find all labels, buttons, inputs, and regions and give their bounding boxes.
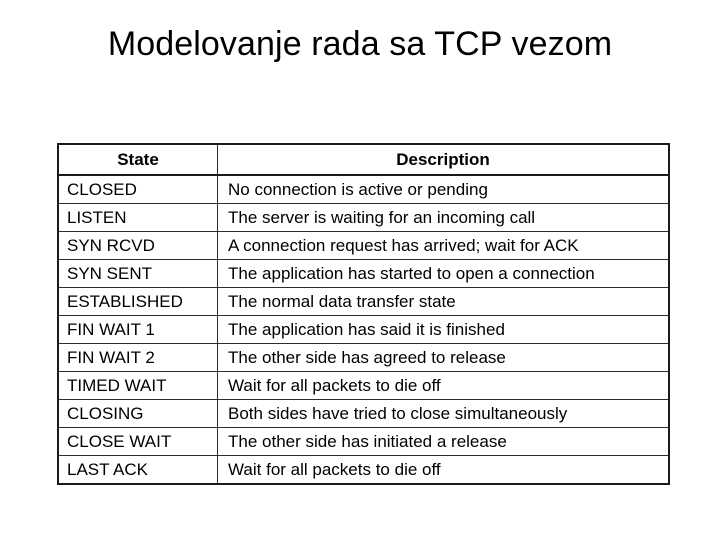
- tcp-state-table-container: State Description CLOSED No connection is…: [57, 143, 670, 485]
- table-row: FIN WAIT 2 The other side has agreed to r…: [57, 343, 670, 372]
- table-row: TIMED WAIT Wait for all packets to die of…: [57, 371, 670, 400]
- cell-state: LISTEN: [57, 203, 219, 232]
- cell-description: The normal data transfer state: [217, 287, 670, 316]
- cell-description: A connection request has arrived; wait f…: [217, 231, 670, 260]
- tcp-state-table: State Description CLOSED No connection is…: [57, 143, 670, 485]
- column-header-state: State: [57, 143, 219, 176]
- cell-description: The application has started to open a co…: [217, 259, 670, 288]
- table-row: SYN RCVD A connection request has arrived…: [57, 231, 670, 260]
- table-row: FIN WAIT 1 The application has said it is…: [57, 315, 670, 344]
- cell-state: FIN WAIT 2: [57, 343, 219, 372]
- cell-description: Wait for all packets to die off: [217, 371, 670, 400]
- cell-description: The application has said it is finished: [217, 315, 670, 344]
- cell-description: The other side has initiated a release: [217, 427, 670, 456]
- table-row: LISTEN The server is waiting for an incom…: [57, 203, 670, 232]
- table-row: CLOSING Both sides have tried to close si…: [57, 399, 670, 428]
- cell-state: FIN WAIT 1: [57, 315, 219, 344]
- table-row: CLOSED No connection is active or pending: [57, 174, 670, 204]
- cell-state: CLOSE WAIT: [57, 427, 219, 456]
- cell-state: CLOSING: [57, 399, 219, 428]
- page-title: Modelovanje rada sa TCP vezom: [107, 25, 613, 63]
- cell-state: LAST ACK: [57, 455, 219, 485]
- cell-state: CLOSED: [57, 174, 219, 204]
- cell-description: Both sides have tried to close simultane…: [217, 399, 670, 428]
- table-header: State Description: [57, 143, 670, 176]
- cell-description: No connection is active or pending: [217, 174, 670, 204]
- table-header-row: State Description: [57, 143, 670, 176]
- cell-description: The other side has agreed to release: [217, 343, 670, 372]
- column-header-description: Description: [217, 143, 670, 176]
- slide-canvas: Modelovanje rada sa TCP vezom State Desc…: [0, 0, 720, 540]
- table-row: SYN SENT The application has started to o…: [57, 259, 670, 288]
- table-body: CLOSED No connection is active or pending…: [57, 174, 670, 485]
- table-row: LAST ACK Wait for all packets to die off: [57, 455, 670, 485]
- table-row: ESTABLISHED The normal data transfer stat…: [57, 287, 670, 316]
- cell-description: Wait for all packets to die off: [217, 455, 670, 485]
- cell-state: TIMED WAIT: [57, 371, 219, 400]
- table-row: CLOSE WAIT The other side has initiated a…: [57, 427, 670, 456]
- cell-description: The server is waiting for an incoming ca…: [217, 203, 670, 232]
- cell-state: SYN SENT: [57, 259, 219, 288]
- cell-state: ESTABLISHED: [57, 287, 219, 316]
- cell-state: SYN RCVD: [57, 231, 219, 260]
